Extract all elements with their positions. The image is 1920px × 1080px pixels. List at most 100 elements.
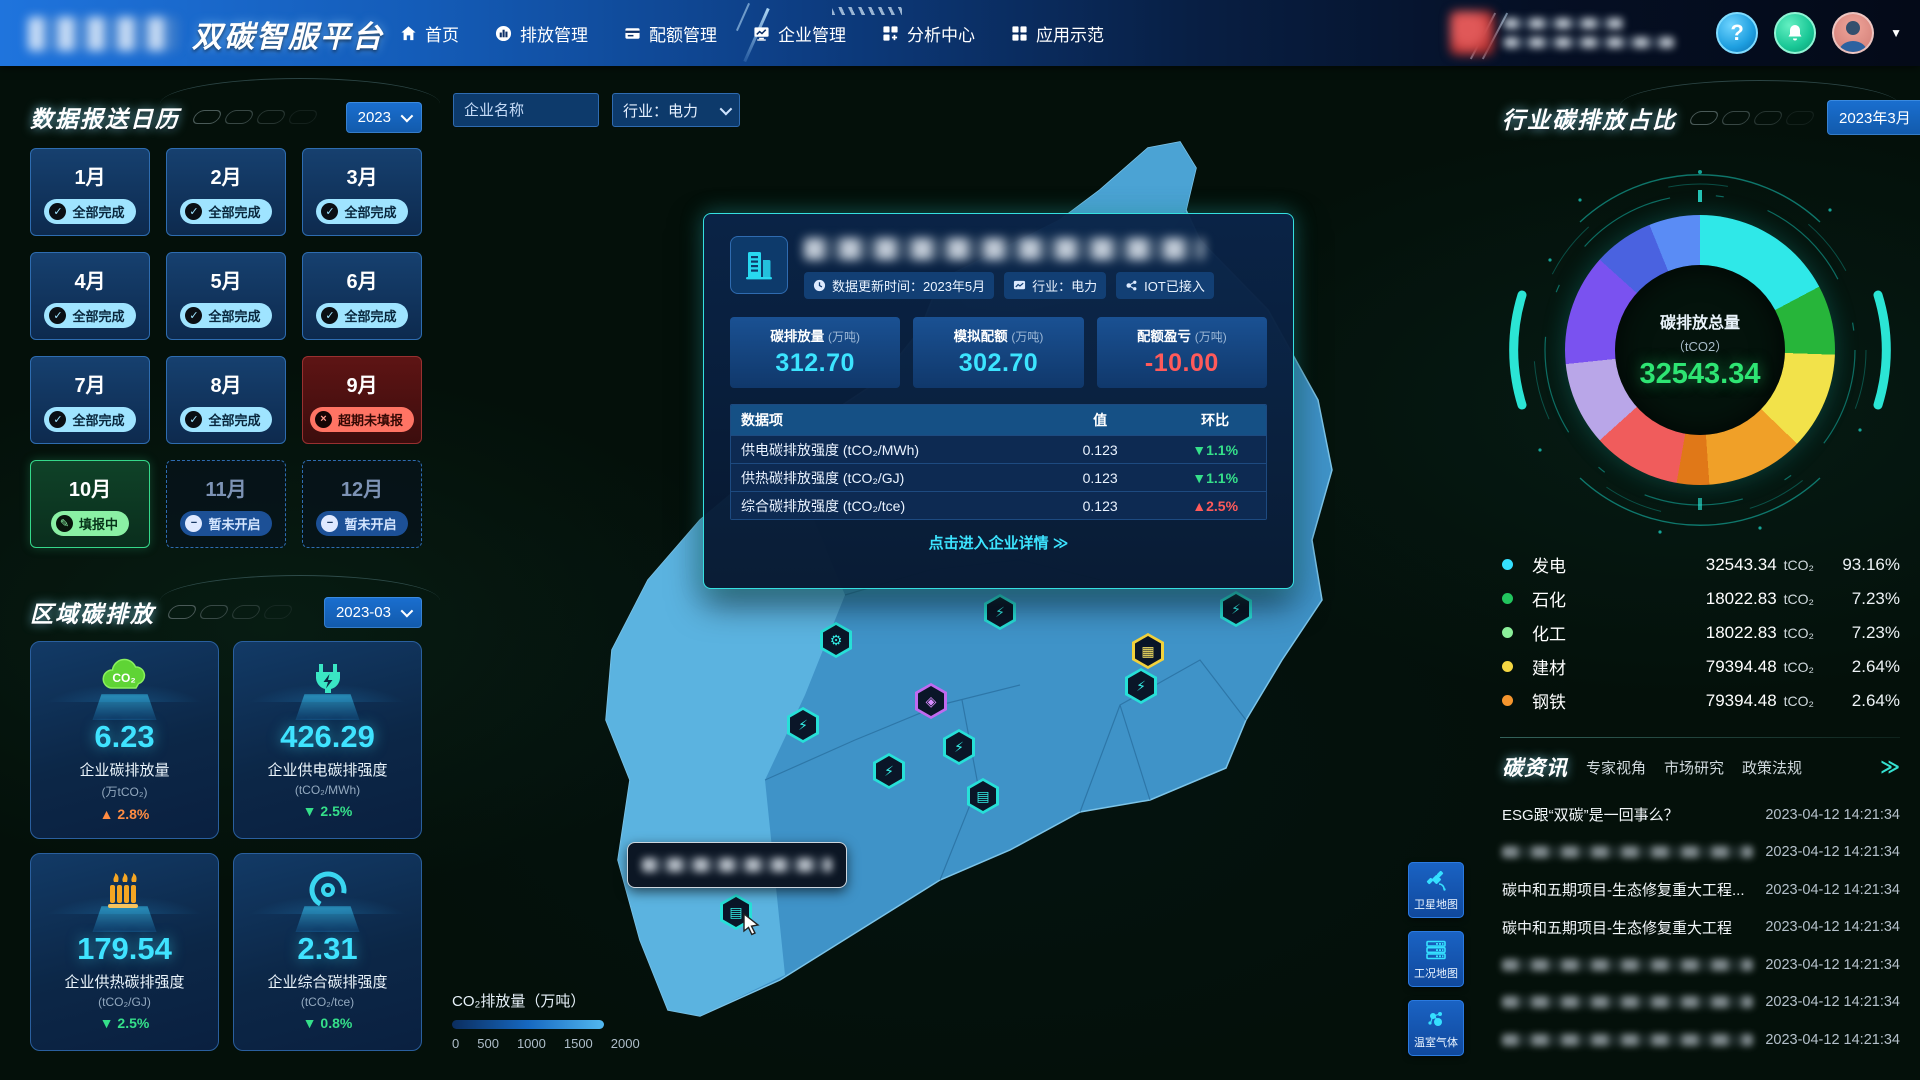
nav-item-enterprise[interactable]: 企业管理 (753, 21, 846, 46)
industry-title: 行业碳排放占比 (1502, 101, 1677, 135)
company-name-input[interactable] (453, 93, 599, 127)
month-card-sep[interactable]: 9月 超期未填报 (302, 356, 422, 444)
trend-up: ▲2.5% (1164, 492, 1266, 519)
news-item[interactable]: 碳中和五期项目-生态修复重大工程... 2023-04-12 14:21:34 (1502, 871, 1900, 909)
month-card-jun[interactable]: 6月 全部完成 (302, 252, 422, 340)
calendar-year-dropdown[interactable]: 2023 (346, 102, 422, 133)
trend-down: ▼1.1% (1164, 464, 1266, 491)
news-item-blurred[interactable]: 2023-04-12 14:21:34 (1502, 984, 1900, 1022)
month-card-dec[interactable]: 12月 暂未开启 (302, 460, 422, 548)
stat-balance: 配额盈亏 (万吨) -10.00 (1097, 317, 1267, 388)
news-item[interactable]: ESG跟“双碳”是一回事么？ 2023-04-12 14:21:34 (1502, 796, 1900, 834)
news-tab-market[interactable]: 市场研究 (1664, 757, 1724, 778)
nav-item-quota[interactable]: 配额管理 (624, 21, 717, 46)
check-circle-icon (185, 411, 202, 428)
satellite-map-button[interactable]: 卫星地图 (1408, 862, 1464, 918)
map-layer-tools: 卫星地图 工况地图 温室气体 (1408, 862, 1464, 1056)
status-badge-active: 填报中 (51, 511, 129, 536)
check-circle-icon (49, 411, 66, 428)
region-metric-grid: CO₂ 6.23 企业碳排放量 (万tCO₂) ▲ 2.8% 426.29 企业… (30, 641, 422, 1051)
legend-row-chemical[interactable]: 化工 18022.83tCO₂ 7.23% (1502, 620, 1900, 645)
nav-item-home[interactable]: 首页 (400, 21, 459, 46)
legend-row-power[interactable]: 发电 32543.34tCO₂ 93.16% (1502, 552, 1900, 577)
check-circle-icon (49, 307, 66, 324)
lightning-icon: ⚡ (995, 604, 1005, 621)
delta-down: ▼ 2.5% (303, 803, 353, 819)
nav-item-analysis[interactable]: 分析中心 (882, 21, 975, 46)
month-card-oct[interactable]: 10月 填报中 (30, 460, 150, 548)
news-item-blurred[interactable]: 2023-04-12 14:21:34 (1502, 1021, 1900, 1059)
question-icon: ? (1730, 20, 1743, 46)
decor-slots (169, 605, 291, 619)
region-header: 区域碳排放 2023-03 (30, 595, 422, 629)
status-badge: 全部完成 (316, 199, 407, 224)
status-badge: 全部完成 (180, 303, 271, 328)
month-card-mar[interactable]: 3月 全部完成 (302, 148, 422, 236)
news-divider (1500, 737, 1900, 738)
edit-circle-icon (56, 515, 73, 532)
stat-quota: 模拟配额 (万吨) 302.70 (913, 317, 1083, 388)
map-legend-title: CO₂排放量（万吨） (452, 990, 640, 1011)
month-card-feb[interactable]: 2月 全部完成 (166, 148, 286, 236)
chevron-down-icon (401, 109, 414, 122)
calendar-title: 数据报送日历 (30, 100, 180, 134)
notifications-button[interactable] (1774, 12, 1816, 54)
chevron-down-icon (720, 102, 733, 115)
building-icon-box (730, 236, 788, 294)
legend-row-steel[interactable]: 钢铁 79394.48tCO₂ 2.64% (1502, 688, 1900, 713)
news-item-blurred[interactable]: 2023-04-12 14:21:34 (1502, 834, 1900, 872)
calendar-header: 数据报送日历 2023 (30, 100, 422, 134)
news-header: 碳资讯 专家视角 市场研究 政策法规 ≫ (1502, 752, 1900, 782)
region-period-dropdown[interactable]: 2023-03 (324, 597, 422, 628)
donut-center-label: 碳排放总量 （tCO2） 32543.34 (1565, 215, 1835, 485)
news-tab-policy[interactable]: 政策法规 (1742, 757, 1802, 778)
month-card-may[interactable]: 5月 全部完成 (166, 252, 286, 340)
news-tab-expert[interactable]: 专家视角 (1586, 757, 1646, 778)
tag-iot: IOT已接入 (1116, 272, 1214, 299)
company-name-blurred (642, 858, 832, 872)
brand-logo-blurred (28, 17, 178, 51)
decor-slots (194, 110, 316, 124)
metric-card-power-intensity: 426.29 企业供电碳排强度 (tCO₂/MWh) ▼ 2.5% (233, 641, 422, 839)
month-card-jul[interactable]: 7月 全部完成 (30, 356, 150, 444)
check-circle-icon (185, 307, 202, 324)
industry-header: 行业碳排放占比 2023年3月 (1502, 100, 1900, 135)
legend-row-petrochem[interactable]: 石化 18022.83tCO₂ 7.23% (1502, 586, 1900, 611)
news-more-arrow[interactable]: ≫ (1880, 756, 1900, 779)
industry-filter-select[interactable]: 行业：电力 (612, 93, 740, 127)
news-item-blurred[interactable]: 2023-04-12 14:21:34 (1502, 946, 1900, 984)
lightning-icon: ⚡ (798, 717, 808, 734)
popup-tags: 数据更新时间：2023年5月 行业：电力 IOT已接入 (804, 272, 1267, 299)
user-avatar[interactable] (1832, 12, 1874, 54)
industry-period-dropdown[interactable]: 2023年3月 (1827, 100, 1920, 135)
gauge-icon (306, 868, 350, 912)
brand-title: 双碳智服平台 (192, 12, 384, 56)
lightning-icon: ⚡ (884, 763, 894, 780)
nav-item-demos[interactable]: 应用示范 (1011, 21, 1104, 46)
legend-dot (1502, 627, 1513, 638)
org-text-blurred (1504, 37, 1674, 48)
month-card-aug[interactable]: 8月 全部完成 (166, 356, 286, 444)
greenhouse-gas-button[interactable]: 温室气体 (1408, 1000, 1464, 1056)
check-circle-icon (321, 203, 338, 220)
news-title-blurred (1502, 1034, 1753, 1046)
popup-company-name-blurred (804, 238, 1204, 260)
month-card-nov[interactable]: 11月 暂未开启 (166, 460, 286, 548)
legend-row-building[interactable]: 建材 79394.48tCO₂ 2.64% (1502, 654, 1900, 679)
map-co2-legend: CO₂排放量（万吨） 0500100015002000 (452, 990, 640, 1051)
popup-stats: 碳排放量 (万吨) 312.70 模拟配额 (万吨) 302.70 配额盈亏 (… (730, 317, 1267, 388)
lightning-icon: ⚡ (1136, 678, 1146, 695)
tag-industry: 行业：电力 (1004, 272, 1106, 299)
lightning-icon: ⚡ (1231, 601, 1241, 618)
metric-card-composite-intensity: 2.31 企业综合碳排强度 (tCO₂/tce) ▼ 0.8% (233, 853, 422, 1051)
month-card-jan[interactable]: 1月 全部完成 (30, 148, 150, 236)
operations-map-button[interactable]: 工况地图 (1408, 931, 1464, 987)
help-button[interactable]: ? (1716, 12, 1758, 54)
month-card-apr[interactable]: 4月 全部完成 (30, 252, 150, 340)
nav-item-emissions[interactable]: 排放管理 (495, 21, 588, 46)
news-item[interactable]: 碳中和五期项目-生态修复重大工程 2023-04-12 14:21:34 (1502, 909, 1900, 947)
enter-company-detail-link[interactable]: 点击进入企业详情 ≫ (929, 535, 1069, 552)
status-badge: 全部完成 (44, 199, 135, 224)
user-menu-caret[interactable]: ▼ (1890, 26, 1902, 40)
delta-down: ▼ 2.5% (100, 1015, 150, 1031)
